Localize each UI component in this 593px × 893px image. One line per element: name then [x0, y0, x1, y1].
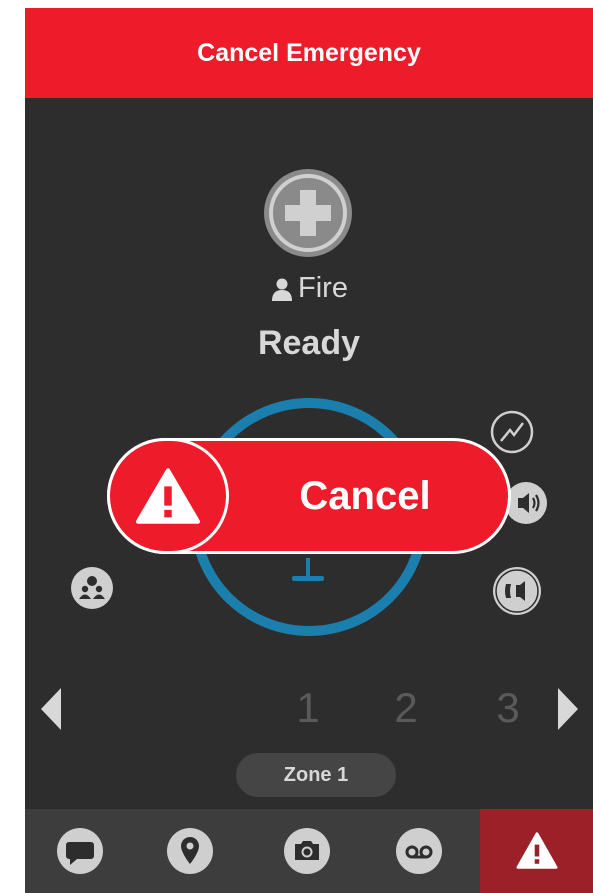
tab-location[interactable]	[135, 809, 245, 893]
zone-page-2[interactable]: 2	[381, 684, 431, 732]
zone-page-1[interactable]: 1	[283, 684, 333, 732]
zone-page-3[interactable]: 3	[483, 684, 533, 732]
warning-triangle-icon	[107, 438, 229, 554]
page-title: Cancel Emergency	[197, 38, 421, 67]
medical-cross-icon[interactable]	[263, 168, 353, 258]
voicemail-icon	[396, 828, 442, 874]
camera-icon	[284, 828, 330, 874]
channel-status: Ready	[257, 324, 361, 362]
app-screen: Cancel Emergency Fire Ready Cancel 1 2 3…	[25, 8, 593, 893]
location-icon	[167, 828, 213, 874]
previous-zone-arrow-icon[interactable]	[37, 684, 67, 734]
cancel-label[interactable]: Cancel	[229, 438, 501, 554]
header-bar: Cancel Emergency	[25, 8, 593, 98]
messages-icon	[57, 828, 103, 874]
emergency-icon	[515, 832, 558, 869]
tab-messages[interactable]	[25, 809, 135, 893]
tab-camera[interactable]	[252, 809, 362, 893]
speaker-icon[interactable]	[504, 481, 548, 525]
channel-user-label: Fire	[298, 272, 348, 304]
next-zone-arrow-icon[interactable]	[552, 684, 582, 734]
zone-selector[interactable]: Zone 1	[236, 753, 396, 797]
group-location-icon[interactable]	[71, 567, 113, 609]
person-icon	[272, 278, 293, 301]
earpiece-icon[interactable]	[492, 566, 542, 616]
tab-emergency[interactable]	[480, 809, 593, 893]
channel-user: Fire	[25, 272, 593, 305]
microphone-stand-icon	[292, 558, 324, 581]
tab-voicemail[interactable]	[364, 809, 474, 893]
